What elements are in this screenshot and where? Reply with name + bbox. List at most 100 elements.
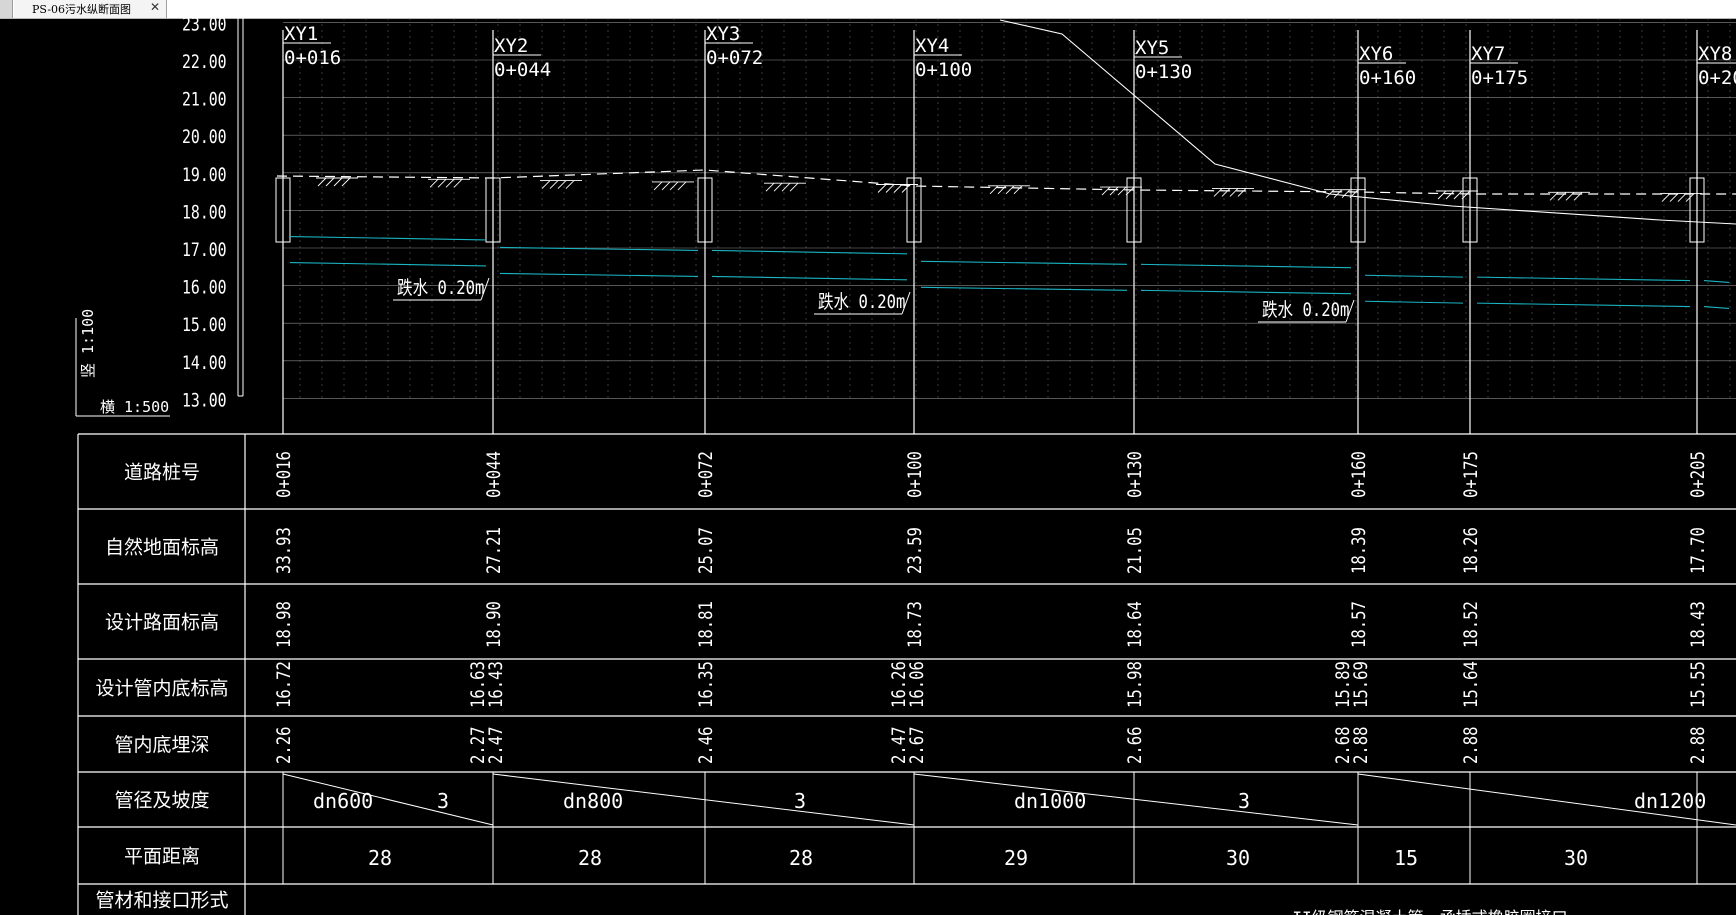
table-row-label: 设计路面标高 [105, 612, 219, 634]
ground-hatch [1005, 185, 1015, 195]
close-icon[interactable]: ✕ [150, 0, 160, 14]
elevation-tick-label: 20.00 [182, 126, 227, 148]
ground-hatch [653, 181, 663, 191]
table-chainage-value: 0+130 [1125, 451, 1147, 498]
table-row-label: 自然地面标高 [105, 537, 219, 559]
table-invert-elevation-value: 16.35 [696, 661, 718, 708]
ground-hatch [437, 178, 447, 188]
table-chainage-value: 0+205 [1688, 451, 1710, 498]
elevation-tick-label: 13.00 [182, 390, 227, 412]
ground-hatch [333, 177, 343, 187]
table-road-elevation-value: 18.57 [1349, 601, 1371, 648]
pipe-diameter-label: dn600 [313, 789, 373, 813]
pipe-invert-line [499, 272, 699, 277]
table-burial-depth-value: 2.26 [274, 727, 296, 764]
manhole-id-label: XY7 [1471, 43, 1505, 65]
ground-hatch [1453, 190, 1463, 200]
ground-hatch [893, 184, 903, 193]
table-road-elevation-value: 18.43 [1688, 601, 1710, 648]
drop-annotation: 跌水 0.20m [397, 278, 484, 300]
pipe-diameter-label: dn1200 [1634, 789, 1706, 813]
ground-hatch [789, 182, 799, 192]
table-invert-elevation-value: 15.98 [1125, 661, 1147, 708]
ground-hatch [1213, 188, 1223, 197]
pipe-crown-line [920, 260, 1128, 265]
ground-hatch [773, 182, 783, 192]
table-chainage-value: 0+044 [484, 451, 506, 498]
manhole-chainage-label: 0+016 [284, 47, 341, 69]
slope-diagonal [913, 773, 1359, 826]
ground-hatch [1333, 189, 1343, 199]
manhole-id-label: XY5 [1135, 37, 1169, 59]
manhole-chainage-label: 0+205 [1698, 67, 1736, 89]
table-burial-depth-value: 2.88 [1688, 727, 1710, 764]
manhole-id-label: XY8 [1698, 43, 1732, 65]
ground-hatch [565, 180, 575, 189]
elevation-tick-label: 14.00 [182, 352, 227, 374]
drawing-tab-title: PS-06污水纵断面图 [32, 3, 132, 16]
table-road-elevation-value: 18.98 [274, 601, 296, 648]
manhole-id-label: XY2 [494, 35, 528, 57]
elevation-tick-label: 22.00 [182, 51, 227, 73]
table-chainage-value: 0+160 [1349, 451, 1371, 498]
ground-hatch [1677, 193, 1687, 202]
ground-hatch [989, 185, 999, 195]
horizontal-scale-label: 横 1:500 [100, 398, 169, 416]
table-invert-elevation-value: 15.55 [1688, 661, 1710, 708]
pipe-diameter-label: dn1000 [1014, 789, 1086, 813]
elevation-tick-label: 16.00 [182, 277, 227, 299]
drop-annotation: 跌水 0.20m [818, 292, 905, 314]
table-natural-elevation-value: 25.07 [696, 527, 718, 574]
ground-hatch [677, 181, 687, 191]
plan-distance-value: 28 [578, 846, 602, 870]
manhole-chainage-label: 0+072 [706, 47, 763, 69]
ground-hatch [1565, 191, 1575, 201]
table-burial-depth-value: 2.47 [486, 727, 508, 764]
ground-hatch [877, 184, 887, 193]
drawing-tab[interactable]: PS-06污水纵断面图 ✕ [14, 0, 167, 18]
manhole-id-label: XY6 [1359, 43, 1393, 65]
ground-hatch [661, 181, 671, 191]
table-row-label: 管内底埋深 [114, 734, 209, 756]
table-burial-depth-value: 2.88 [1461, 727, 1483, 764]
ground-hatch [765, 182, 775, 192]
pipe-invert-line [920, 286, 1128, 291]
manhole-chainage-label: 0+130 [1135, 61, 1192, 83]
manhole-chainage-label: 0+044 [494, 59, 551, 81]
elevation-tick-label: 21.00 [182, 89, 227, 111]
ground-hatch [549, 180, 559, 189]
ground-hatch [317, 177, 327, 187]
slope-diagonal [492, 773, 915, 826]
plan-distance-value: 15 [1394, 846, 1418, 870]
ground-hatch [1117, 186, 1127, 196]
elevation-tick-label: 18.00 [182, 202, 227, 224]
ground-hatch [1101, 186, 1111, 196]
table-row-label: 管径及坡度 [114, 790, 209, 812]
pipe-slope-label: 3 [1238, 789, 1250, 813]
pipe-invert-line [1140, 289, 1352, 295]
document-tab-bar: PS-06污水纵断面图 ✕ [0, 0, 1736, 19]
table-chainage-value: 0+016 [274, 451, 296, 498]
table-natural-elevation-value: 18.26 [1461, 527, 1483, 574]
table-invert-elevation-value: 16.06 [907, 661, 929, 708]
table-burial-depth-value: 2.67 [907, 727, 929, 764]
plan-distance-value: 30 [1564, 846, 1588, 870]
elevation-tick-label: 19.00 [182, 164, 227, 186]
table-natural-elevation-value: 23.59 [905, 527, 927, 574]
pipe-crown-line [289, 235, 487, 241]
ground-hatch [1661, 193, 1671, 202]
plan-distance-value: 28 [368, 846, 392, 870]
table-invert-elevation-value: 15.64 [1461, 661, 1483, 708]
tab-scroll-left-button[interactable] [0, 0, 13, 18]
manhole-chainage-label: 0+160 [1359, 67, 1416, 89]
pipe-invert-line [1364, 300, 1464, 304]
drawing-canvas[interactable]: 23.00 22.00 21.00 20.00 19.00 18.00 17.00 16.00… [0, 18, 1736, 915]
elevation-tick-label: 23.00 [182, 18, 227, 36]
pipe-slope-label: 3 [437, 789, 449, 813]
ground-hatch [445, 178, 455, 188]
pipe-crown-line [711, 249, 908, 255]
ground-hatch [1437, 190, 1447, 200]
table-road-elevation-value: 18.90 [484, 601, 506, 648]
table-natural-elevation-value: 18.39 [1349, 527, 1371, 574]
table-burial-depth-value: 2.66 [1125, 727, 1147, 764]
